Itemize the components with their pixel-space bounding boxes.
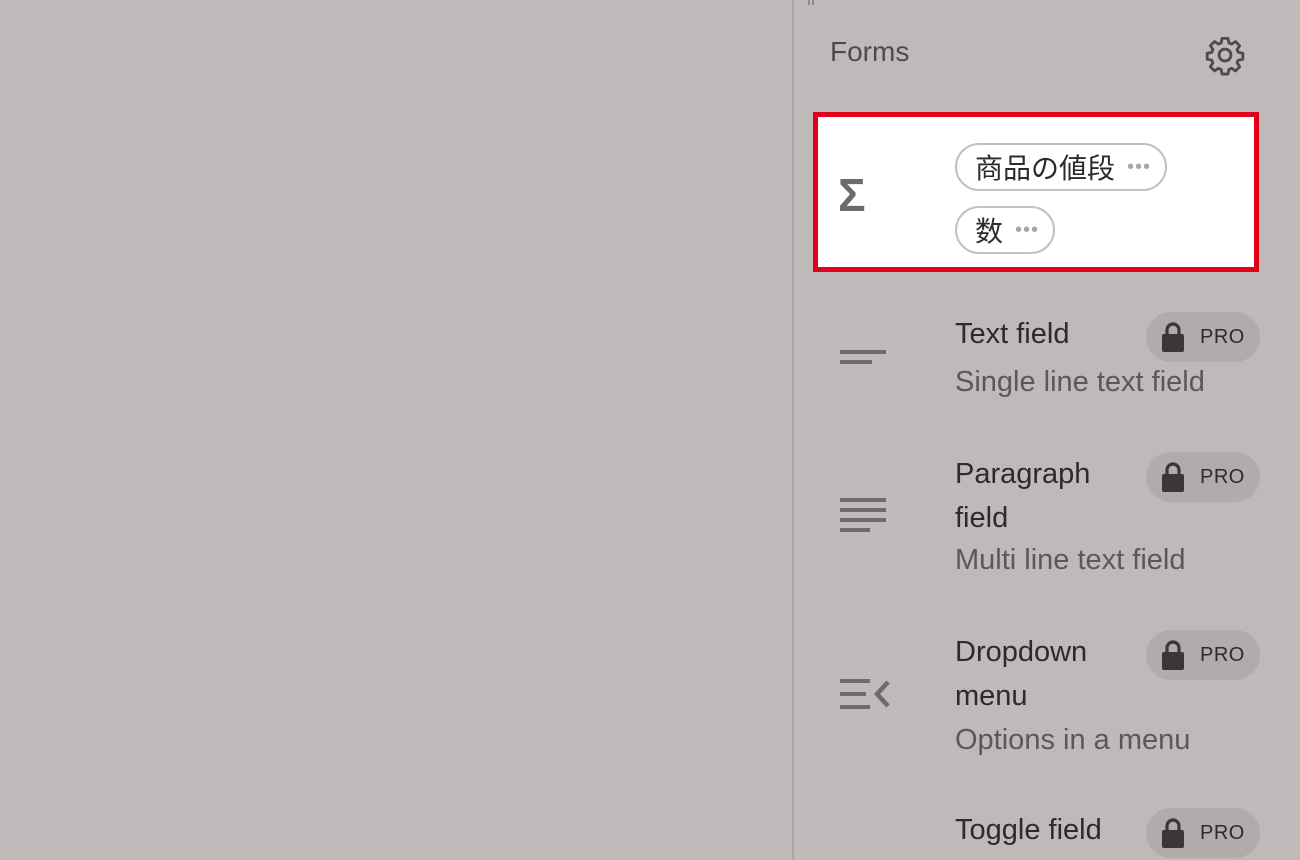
pro-label: PRO <box>1200 325 1245 348</box>
chip-menu-icon[interactable]: ••• <box>1015 219 1039 242</box>
pro-badge: PRO <box>1146 630 1260 680</box>
item-title: Dropdown menu <box>955 636 1088 712</box>
item-title: Text field <box>955 318 1070 350</box>
forms-panel: Forms Σ 商品の値段 ••• 数 ••• Text field Singl… <box>794 0 1300 860</box>
item-title: Toggle field <box>955 814 1102 846</box>
canvas-area <box>0 0 792 860</box>
lock-icon <box>1162 818 1184 848</box>
pro-badge: PRO <box>1146 312 1260 362</box>
selected-formula-block[interactable]: Σ 商品の値段 ••• 数 ••• <box>813 112 1259 272</box>
item-description: Options in a menu <box>955 724 1191 756</box>
chip-label: 数 <box>975 215 1004 248</box>
item-description: Single line text field <box>955 366 1205 398</box>
pro-badge: PRO <box>1146 452 1260 502</box>
variable-chip[interactable]: 商品の値段 ••• <box>955 143 1168 191</box>
item-description: Multi line text field <box>955 544 1186 576</box>
pro-label: PRO <box>1200 465 1245 488</box>
lock-icon <box>1162 640 1184 670</box>
chip-menu-icon[interactable]: ••• <box>1127 156 1151 179</box>
text-field-icon <box>840 350 886 364</box>
pro-label: PRO <box>1200 821 1245 844</box>
drag-handle-icon[interactable] <box>808 0 814 6</box>
sigma-icon: Σ <box>838 169 866 221</box>
pro-badge: PRO <box>1146 808 1260 858</box>
form-item-paragraph-field[interactable]: Paragraph field Multi line text field PR… <box>794 450 1300 590</box>
dropdown-menu-icon <box>840 679 890 709</box>
lock-icon <box>1162 462 1184 492</box>
form-item-text-field[interactable]: Text field Single line text field PRO <box>794 308 1300 418</box>
pro-label: PRO <box>1200 643 1245 666</box>
item-title: Paragraph field <box>955 458 1091 534</box>
variable-chip[interactable]: 数 ••• <box>955 206 1056 254</box>
form-item-toggle-field[interactable]: Toggle field PRO <box>794 808 1300 860</box>
settings-button[interactable] <box>1204 34 1246 76</box>
paragraph-icon <box>840 498 886 532</box>
panel-title: Forms <box>830 36 910 67</box>
lock-icon <box>1162 322 1184 352</box>
gear-icon <box>1205 36 1245 76</box>
chip-label: 商品の値段 <box>975 152 1116 185</box>
form-item-dropdown-menu[interactable]: Dropdown menu Options in a menu PRO <box>794 630 1300 770</box>
